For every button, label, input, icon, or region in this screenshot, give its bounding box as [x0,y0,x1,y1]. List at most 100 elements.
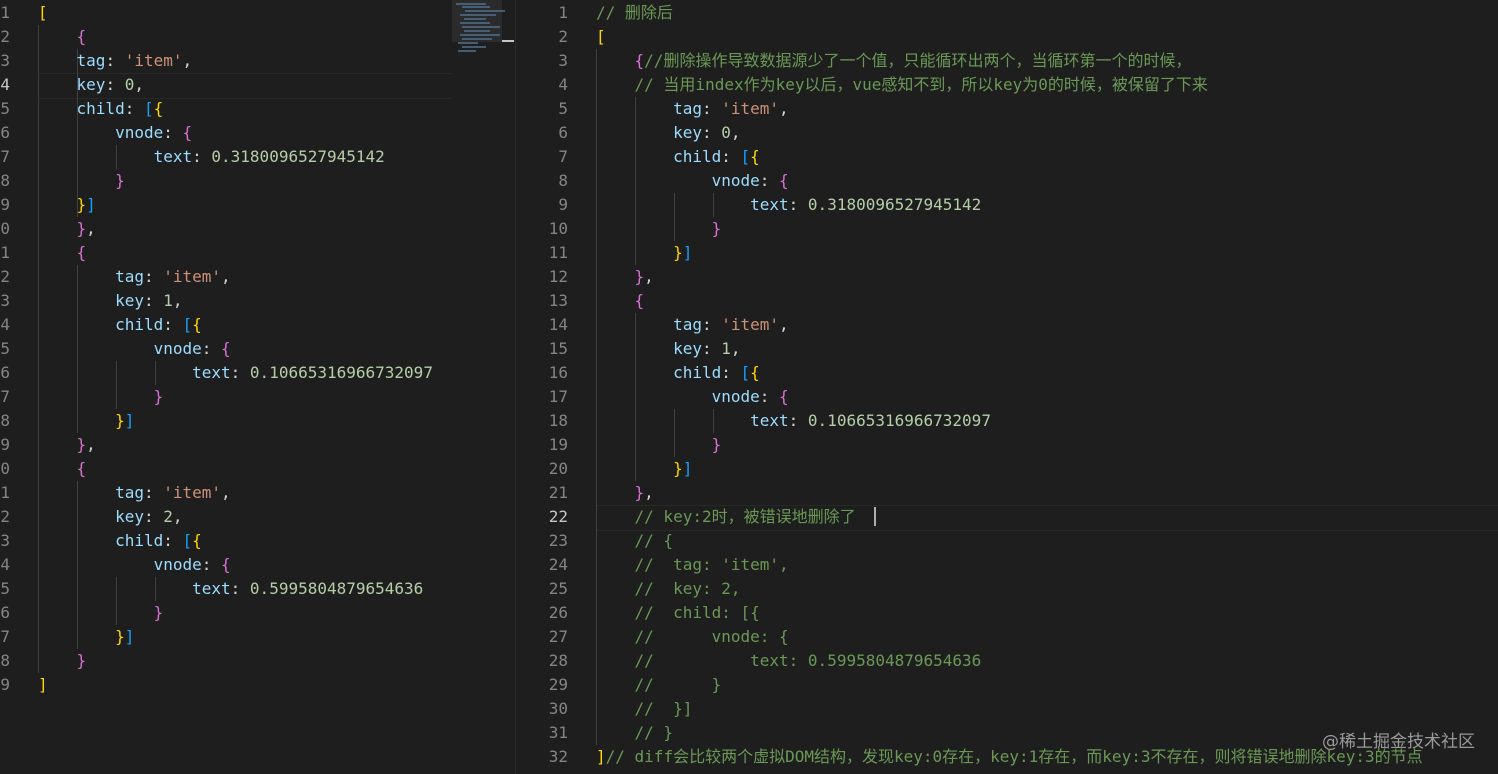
code-line[interactable]: 4 child: [{ [0,313,452,337]
code-line[interactable]: 4 key: 0, [0,73,452,97]
code-line[interactable]: 16 child: [{ [516,361,1498,385]
code-line[interactable]: 3 key: 1, [0,289,452,313]
code-line[interactable]: 0 { [0,457,452,481]
code-token: } [115,627,125,646]
code-text: // }] [596,697,693,721]
code-token: : [788,195,808,214]
code-line[interactable]: 4 vnode: { [0,553,452,577]
code-line[interactable]: 12 }, [516,265,1498,289]
code-line[interactable]: 1[ [0,1,452,25]
code-line[interactable]: 19 } [516,433,1498,457]
code-token: // } [634,675,722,694]
line-number: 4 [0,555,10,574]
code-token: : [143,291,164,310]
code-line[interactable]: 9] [0,673,452,697]
code-line[interactable]: 7 child: [{ [516,145,1498,169]
code-line[interactable]: 18 text: 0.10665316966732097 [516,409,1498,433]
code-line[interactable]: 14 tag: 'item', [516,313,1498,337]
code-line[interactable]: 3 child: [{ [0,529,452,553]
left-editor-pane[interactable]: 1[2 {3 tag: 'item', 4 key: 0, 5 child: [{6… [0,0,452,774]
code-line[interactable]: 7 } [0,385,452,409]
code-token: [ [740,363,751,382]
code-line[interactable]: 20 }] [516,457,1498,481]
code-line[interactable]: 17 vnode: { [516,385,1498,409]
code-line[interactable]: 26 // child: [{ [516,601,1498,625]
code-token: text [153,147,193,166]
right-editor-pane[interactable]: 1// 删除后 2[3 {//删除操作导致数据源少了一个值，只能循环出两个，当循环… [516,0,1498,774]
code-line[interactable]: 9 }] [0,193,452,217]
code-line[interactable]: 1 // 删除后 [516,1,1498,25]
code-line[interactable]: 8 } [0,649,452,673]
code-token: vnode [153,555,202,574]
code-line[interactable]: 6 text: 0.10665316966732097 [0,361,452,385]
code-line[interactable]: 29 // } [516,673,1498,697]
minimap[interactable] [452,0,516,774]
code-line[interactable]: 1 { [0,241,452,265]
code-line[interactable]: 15 key: 1, [516,337,1498,361]
code-line[interactable]: 22 // key:2时，被错误地删除了 [516,505,1498,529]
code-text: }] [38,625,134,649]
code-text: // } [596,721,674,745]
code-line[interactable]: 5 child: [{ [0,97,452,121]
code-line[interactable]: 7 text: 0.3180096527945142 [0,145,452,169]
code-line[interactable]: 3 {//删除操作导致数据源少了一个值，只能循环出两个，当循环第一个的时候， [516,49,1498,73]
code-line[interactable]: 8 }] [0,409,452,433]
line-number: 5 [0,339,10,358]
code-line[interactable]: 6 } [0,601,452,625]
code-line[interactable]: 6 vnode: { [0,121,452,145]
code-line[interactable]: 2[ [516,25,1498,49]
code-line[interactable]: 8 } [0,169,452,193]
line-number: 16 [548,363,568,382]
code-token: { [221,555,231,574]
code-line[interactable]: 2 { [0,25,452,49]
code-line[interactable]: 24 // tag: 'item', [516,553,1498,577]
code-token: ] [38,675,48,694]
code-line[interactable]: 23 // { [516,529,1498,553]
minimap-mark [462,6,490,8]
code-text: // text: 0.5995804879654636 [596,649,982,673]
code-line[interactable]: 5 text: 0.5995804879654636 [0,577,452,601]
code-line[interactable]: 11 }] [516,241,1498,265]
code-line[interactable]: 28 // text: 0.5995804879654636 [516,649,1498,673]
line-number: 4 [0,315,10,334]
code-line[interactable]: 1 tag: 'item', [0,481,452,505]
code-token: vnode [115,123,164,142]
code-token: text [750,195,789,214]
code-token: } [634,483,645,502]
code-line[interactable]: 30 // }] [516,697,1498,721]
minimap-mark [460,34,500,36]
code-line[interactable]: 4 // 当用index作为key以后，vue感知不到，所以key为0的时候，被… [516,73,1498,97]
code-line[interactable]: 3 tag: 'item', [0,49,452,73]
code-line[interactable]: 10 } [516,217,1498,241]
code-token: , [172,507,183,526]
code-line[interactable]: 27 // vnode: { [516,625,1498,649]
code-line[interactable]: 9 text: 0.3180096527945142 [516,193,1498,217]
line-number: 5 [0,579,10,598]
code-line[interactable]: 13 { [516,289,1498,313]
code-token: // text: 0.5995804879654636 [634,651,982,670]
code-token: child [115,315,164,334]
code-line[interactable]: 2 key: 2, [0,505,452,529]
code-line[interactable]: 7 }] [0,625,452,649]
code-line[interactable]: 0 }, [0,217,452,241]
code-line[interactable]: 8 vnode: { [516,169,1498,193]
code-line[interactable]: 2 tag: 'item', [0,265,452,289]
code-token: // key:2时，被错误地删除了 [634,507,856,526]
code-line[interactable]: 5 vnode: { [0,337,452,361]
code-token: key [76,75,106,94]
code-token: // 当用index作为key以后，vue感知不到，所以key为0的时候，被保留… [634,75,1208,94]
code-line[interactable]: 9 }, [0,433,452,457]
code-line[interactable]: 25 // key: 2, [516,577,1498,601]
code-line[interactable]: 5 tag: 'item', [516,97,1498,121]
code-token: : [721,147,741,166]
code-line[interactable]: 21 }, [516,481,1498,505]
line-number: 5 [558,99,568,118]
code-line[interactable]: 6 key: 0, [516,121,1498,145]
